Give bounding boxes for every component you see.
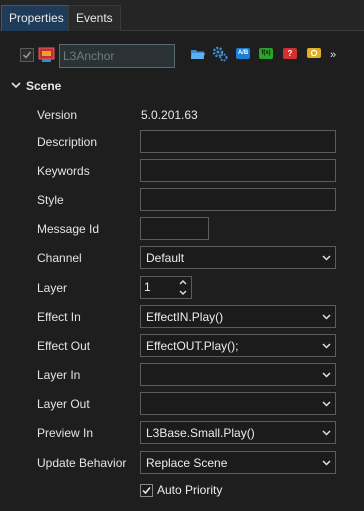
chevron-down-icon bbox=[322, 255, 331, 261]
auto-priority-checkbox[interactable] bbox=[140, 484, 153, 497]
function-button[interactable]: f(x) bbox=[259, 46, 275, 62]
effect-in-select[interactable]: EffectIN.Play() bbox=[140, 305, 336, 328]
update-behavior-select[interactable]: Replace Scene bbox=[140, 451, 336, 474]
effect-out-select[interactable]: EffectOUT.Play(); bbox=[140, 334, 336, 357]
preview-in-value: L3Base.Small.Play() bbox=[146, 426, 255, 440]
layer-value: 1 bbox=[144, 280, 151, 294]
chevron-down-icon bbox=[322, 343, 331, 349]
open-folder-icon bbox=[191, 50, 205, 59]
effect-out-label: Effect Out bbox=[37, 339, 91, 353]
layer-row: Layer 1 bbox=[0, 276, 364, 300]
effect-in-value: EffectIN.Play() bbox=[146, 310, 224, 324]
preview-in-label: Preview In bbox=[37, 426, 94, 440]
effect-out-value: EffectOUT.Play(); bbox=[146, 339, 239, 353]
layer-out-label: Layer Out bbox=[37, 397, 90, 411]
tab-events[interactable]: Events bbox=[68, 5, 121, 31]
description-row: Description bbox=[0, 130, 364, 154]
channel-select[interactable]: Default bbox=[140, 246, 336, 269]
keywords-label: Keywords bbox=[37, 164, 90, 178]
object-name-input[interactable]: L3Anchor bbox=[59, 44, 175, 68]
gears-icon bbox=[212, 46, 228, 62]
version-label: Version bbox=[37, 108, 78, 122]
chevron-down-icon bbox=[322, 372, 331, 378]
keywords-row: Keywords bbox=[0, 159, 364, 183]
layer-out-select[interactable] bbox=[140, 392, 336, 415]
more-icon[interactable]: » bbox=[330, 49, 336, 61]
chevron-down-icon bbox=[322, 460, 331, 466]
checkmark-icon bbox=[142, 487, 151, 495]
chevron-down-icon bbox=[322, 430, 331, 436]
tab-properties[interactable]: Properties bbox=[1, 5, 72, 31]
chevron-down-icon bbox=[11, 82, 21, 89]
message-id-label: Message Id bbox=[37, 222, 100, 236]
settings-button[interactable] bbox=[212, 46, 228, 62]
chevron-down-icon[interactable] bbox=[179, 290, 187, 295]
update-behavior-value: Replace Scene bbox=[146, 456, 228, 470]
channel-label: Channel bbox=[37, 251, 82, 265]
scene-section-header[interactable]: Scene bbox=[0, 78, 364, 96]
ab-icon: A/B bbox=[236, 48, 250, 59]
layer-out-row: Layer Out bbox=[0, 392, 364, 416]
message-id-row: Message Id bbox=[0, 217, 364, 241]
message-id-field[interactable] bbox=[140, 217, 209, 240]
channel-value: Default bbox=[146, 251, 185, 265]
section-title: Scene bbox=[26, 79, 62, 93]
chevron-down-icon bbox=[322, 314, 331, 320]
update-behavior-label: Update Behavior bbox=[37, 456, 127, 470]
enable-checkbox[interactable] bbox=[20, 48, 34, 62]
comment-icon bbox=[307, 48, 321, 58]
layer-label: Layer bbox=[37, 281, 68, 295]
preview-in-select[interactable]: L3Base.Small.Play() bbox=[140, 421, 336, 444]
description-field[interactable] bbox=[140, 130, 336, 153]
preview-in-row: Preview In L3Base.Small.Play() bbox=[0, 421, 364, 445]
layer-in-select[interactable] bbox=[140, 363, 336, 386]
style-row: Style bbox=[0, 188, 364, 212]
object-toolbar: L3Anchor A/B f(x) ? » bbox=[0, 39, 364, 69]
checkmark-icon bbox=[22, 51, 32, 59]
channel-row: Channel Default bbox=[0, 246, 364, 270]
update-behavior-row: Update Behavior Replace Scene bbox=[0, 451, 364, 475]
ab-button[interactable]: A/B bbox=[236, 46, 252, 62]
effect-out-row: Effect Out EffectOUT.Play(); bbox=[0, 334, 364, 358]
version-value: 5.0.201.63 bbox=[141, 108, 198, 122]
comment-button[interactable] bbox=[306, 46, 322, 62]
chevron-down-icon bbox=[322, 401, 331, 407]
function-icon: f(x) bbox=[259, 48, 273, 59]
open-folder-button[interactable] bbox=[190, 46, 206, 62]
keywords-field[interactable] bbox=[140, 159, 336, 182]
layer-stepper[interactable]: 1 bbox=[140, 276, 192, 299]
effect-in-label: Effect In bbox=[37, 310, 81, 324]
help-button[interactable]: ? bbox=[283, 46, 299, 62]
style-field[interactable] bbox=[140, 188, 336, 211]
properties-panel: L3Anchor A/B f(x) ? » Scene Version 5.0.… bbox=[0, 31, 364, 511]
layer-in-row: Layer In bbox=[0, 363, 364, 387]
version-row: Version 5.0.201.63 bbox=[0, 103, 364, 127]
help-icon: ? bbox=[283, 48, 297, 59]
scene-object-icon bbox=[38, 47, 55, 62]
auto-priority-label: Auto Priority bbox=[157, 483, 223, 497]
chevron-up-icon[interactable] bbox=[179, 280, 187, 285]
layer-in-label: Layer In bbox=[37, 368, 81, 382]
description-label: Description bbox=[37, 135, 98, 149]
style-label: Style bbox=[37, 193, 64, 207]
effect-in-row: Effect In EffectIN.Play() bbox=[0, 305, 364, 329]
tab-bar: Properties Events bbox=[0, 0, 364, 31]
